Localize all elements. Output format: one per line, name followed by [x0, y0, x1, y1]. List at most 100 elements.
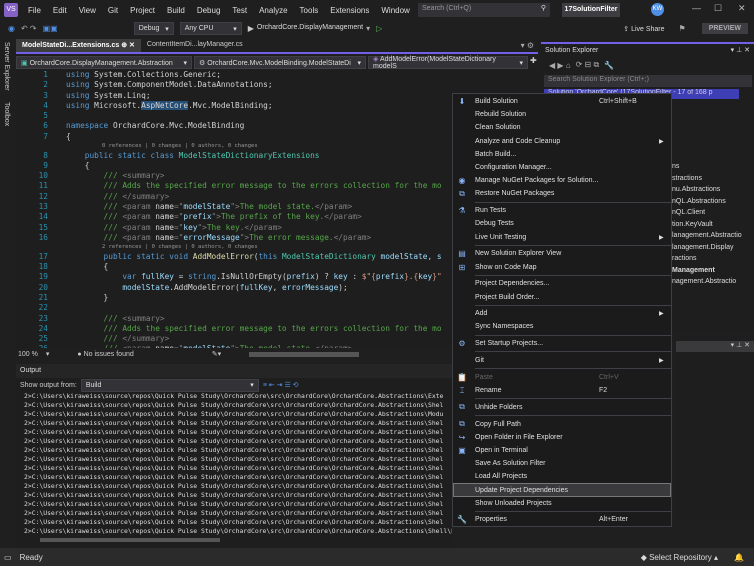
tab-contentitem-displaymanager[interactable]: ContentItemDi...layManager.cs [141, 39, 249, 52]
output-line[interactable]: 2>C:\Users\kiraweiss\source\repos\Quick … [16, 446, 452, 455]
menu-analyze[interactable]: Analyze [253, 6, 293, 15]
output-line[interactable]: 2>C:\Users\kiraweiss\source\repos\Quick … [16, 491, 452, 500]
configuration-dropdown[interactable]: Debug ▾ [133, 22, 174, 35]
menu-item-open-folder-in-file-explorer[interactable]: ↪ Open Folder in File Explorer [453, 431, 671, 444]
menu-project[interactable]: Project [124, 6, 161, 15]
output-source-dropdown[interactable]: Build ▾ [80, 378, 259, 392]
properties-header[interactable]: ▾ ⊥ ✕ [676, 341, 754, 352]
avatar[interactable]: KW [651, 3, 664, 16]
search-input[interactable]: Search (Ctrl+Q) ⚲ [418, 3, 550, 17]
maximize-button[interactable]: ☐ [714, 3, 722, 14]
platform-dropdown[interactable]: Any CPU ▾ [179, 22, 242, 35]
menu-extensions[interactable]: Extensions [324, 6, 375, 15]
menu-item-show-on-code-map[interactable]: ⊞ Show on Code Map [453, 260, 671, 273]
tree-item[interactable]: tion.KeyVault [672, 221, 713, 228]
output-scrollbar[interactable] [40, 538, 220, 542]
solution-name-badge[interactable]: 17SolutionFilter [562, 3, 620, 17]
menu-item-save-as-solution-filter[interactable]: Save As Solution Filter [453, 457, 671, 470]
menu-item-update-project-dependencies[interactable]: Update Project Dependencies [453, 483, 671, 497]
menu-item-git[interactable]: Git ▶ [453, 354, 671, 367]
menu-item-load-all-projects[interactable]: Load All Projects [453, 470, 671, 483]
code-line[interactable]: 2 using System.ComponentModel.DataAnnotat… [16, 80, 540, 90]
tree-item[interactable]: lanagement.Abstractio [672, 232, 742, 239]
toolbox-tab[interactable]: Toolbox [3, 102, 10, 126]
menu-view[interactable]: View [73, 6, 102, 15]
output-line[interactable]: 2>C:\Users\kiraweiss\source\repos\Quick … [16, 455, 452, 464]
start-without-debugging-icon[interactable]: ▷ [376, 24, 382, 33]
menu-item-live-unit-testing[interactable]: Live Unit Testing ▶ [453, 230, 671, 243]
home-icon[interactable]: ◀ ▶ ⌂ [549, 61, 571, 70]
pin-icon[interactable]: ⊕ [121, 42, 127, 49]
output-line[interactable]: 2>C:\Users\kiraweiss\source\repos\Quick … [16, 419, 452, 428]
solution-search-input[interactable]: Search Solution Explorer (Ctrl+;) [544, 75, 752, 87]
output-line[interactable]: 2>C:\Users\kiraweiss\source\repos\Quick … [16, 473, 452, 482]
issues-status[interactable]: ● No issues found [77, 351, 133, 358]
menu-item-unhide-folders[interactable]: ⧉ Unhide Folders [453, 401, 671, 414]
menu-item-clean-solution[interactable]: Clean Solution [453, 121, 671, 134]
menu-item-show-unloaded-projects[interactable]: Show Unloaded Projects [453, 497, 671, 510]
output-line[interactable]: 2>C:\Users\kiraweiss\source\repos\Quick … [16, 527, 452, 536]
output-line[interactable]: 2>C:\Users\kiraweiss\source\repos\Quick … [16, 401, 452, 410]
menu-item-manage-nuget-packages-for-solution[interactable]: ◉ Manage NuGet Packages for Solution... [453, 174, 671, 187]
menu-item-restore-nuget-packages[interactable]: ⧉ Restore NuGet Packages [453, 187, 671, 200]
horizontal-scrollbar[interactable] [249, 351, 360, 357]
output-line[interactable]: 2>C:\Users\kiraweiss\source\repos\Quick … [16, 509, 452, 518]
menu-item-rename[interactable]: ⌶ Rename F2 [453, 384, 671, 397]
output-line[interactable]: 2>C:\Users\kiraweiss\source\repos\Quick … [16, 482, 452, 491]
tree-item[interactable]: Management [672, 267, 715, 274]
live-share-button[interactable]: ⇪ Live Share [623, 25, 664, 33]
save-icon[interactable]: ▣▣ [43, 24, 58, 33]
preview-button[interactable]: PREVIEW [701, 23, 748, 34]
output-line[interactable]: 2>C:\Users\kiraweiss\source\repos\Quick … [16, 437, 452, 446]
menu-tools[interactable]: Tools [294, 6, 325, 15]
menu-item-paste[interactable]: 📋 Paste Ctrl+V [453, 371, 671, 384]
member-dropdown[interactable]: ◈ AddModelError(ModelStateDictionary mod… [368, 56, 528, 70]
output-line[interactable]: 2>C:\Users\kiraweiss\source\repos\Quick … [16, 500, 452, 509]
output-line[interactable]: 2>C:\Users\kiraweiss\source\repos\Quick … [16, 428, 452, 437]
menu-item-add[interactable]: Add ▶ [453, 307, 671, 320]
output-text[interactable]: 2>C:\Users\kiraweiss\source\repos\Quick … [16, 392, 452, 536]
menu-item-sync-namespaces[interactable]: Sync Namespaces [453, 320, 671, 333]
menu-window[interactable]: Window [375, 6, 415, 15]
menu-item-debug-tests[interactable]: Debug Tests [453, 217, 671, 230]
menu-item-configuration-manager[interactable]: Configuration Manager... [453, 161, 671, 174]
menu-item-batch-build[interactable]: Batch Build... [453, 148, 671, 161]
tree-item[interactable]: nQL.Client [672, 209, 705, 216]
split-icon[interactable]: ✚ [530, 56, 537, 70]
output-line[interactable]: 2>C:\Users\kiraweiss\source\repos\Quick … [16, 518, 452, 527]
menu-item-project-dependencies[interactable]: Project Dependencies... [453, 277, 671, 290]
menu-edit[interactable]: Edit [47, 6, 73, 15]
menu-file[interactable]: File [22, 6, 47, 15]
menu-item-build-solution[interactable]: ⬇ Build Solution Ctrl+Shift+B [453, 95, 671, 108]
sync-icon[interactable]: ⟳ ⊟ ⧉ [576, 60, 600, 70]
start-button[interactable]: ▶ OrchardCore.DisplayManagement ▾ [248, 24, 370, 33]
output-line[interactable]: 2>C:\Users\kiraweiss\source\repos\Quick … [16, 410, 452, 419]
tree-item[interactable]: nu.Abstractions [672, 186, 720, 193]
type-dropdown[interactable]: ⚙ OrchardCore.Mvc.ModelBinding.ModelStat… [194, 56, 366, 69]
menu-debug[interactable]: Debug [191, 6, 227, 15]
zoom-level[interactable]: 100 % [18, 351, 38, 358]
notifications-icon[interactable]: 🔔 [734, 553, 744, 562]
tree-item[interactable]: nagement.Abstractio [672, 278, 736, 285]
tree-item[interactable]: ns [672, 163, 679, 170]
tree-item[interactable]: stractions [672, 175, 702, 182]
minimize-button[interactable]: — [692, 3, 701, 13]
tree-item[interactable]: ractions [672, 255, 697, 262]
server-explorer-tab[interactable]: Server Explorer [3, 42, 10, 91]
tree-item[interactable]: nQL.Abstractions [672, 198, 726, 205]
close-button[interactable]: ✕ [738, 3, 746, 14]
menu-build[interactable]: Build [161, 6, 191, 15]
output-tools-icon[interactable]: ≡ ⇤ ⇥ ☰ ⟲ [263, 381, 299, 389]
menu-git[interactable]: Git [102, 6, 124, 15]
tree-item[interactable]: lanagement.Display [672, 244, 733, 251]
output-line[interactable]: 2>C:\Users\kiraweiss\source\repos\Quick … [16, 392, 452, 401]
output-line[interactable]: 2>C:\Users\kiraweiss\source\repos\Quick … [16, 464, 452, 473]
tab-modelstate-extensions[interactable]: ModelStateDi...Extensions.cs ⊕ ✕ [16, 39, 141, 52]
code-cleanup-icon[interactable]: ✎▾ [212, 350, 221, 358]
tab-settings-icon[interactable]: ▾ ⚙ [517, 41, 538, 52]
menu-item-rebuild-solution[interactable]: Rebuild Solution [453, 108, 671, 121]
project-dropdown[interactable]: ▣ OrchardCore.DisplayManagement.Abstract… [16, 56, 192, 69]
menu-item-new-solution-explorer-view[interactable]: ▤ New Solution Explorer View [453, 247, 671, 260]
select-repository-button[interactable]: ◆ Select Repository ▴ [641, 553, 718, 562]
menu-item-properties[interactable]: 🔧 Properties Alt+Enter [453, 513, 671, 526]
